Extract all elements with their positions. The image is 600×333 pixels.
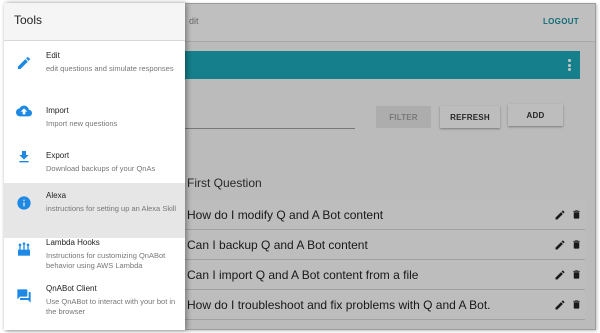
drawer-item-desc: Download backups of your QnAs	[46, 164, 156, 173]
drawer-item-desc: edit questions and simulate responses	[46, 64, 174, 73]
drawer-item-title: Edit	[46, 51, 60, 60]
drawer-item-title: QnABot Client	[46, 284, 97, 293]
download-icon	[19, 151, 29, 163]
drawer-item-edit[interactable]: Edit edit questions and simulate respons…	[4, 43, 185, 98]
drawer-item-title: Import	[46, 106, 69, 115]
drawer-item-title: Export	[46, 151, 70, 160]
drawer-item-qnabot-client[interactable]: QnABot Client Use QnABot to interact wit…	[4, 276, 185, 330]
info-icon	[17, 196, 31, 210]
drawer-header: Tools	[4, 3, 185, 41]
chat-icon	[17, 289, 31, 303]
lambda-hooks-icon	[18, 242, 30, 256]
drawer-title: Tools	[14, 13, 43, 27]
drawer-item-desc: instructions for setting up an Alexa Ski…	[46, 204, 177, 213]
drawer-item-desc: Instructions for customizing QnABot beha…	[46, 251, 166, 270]
cloud-upload-icon	[16, 105, 32, 117]
pencil-icon	[18, 56, 31, 69]
drawer-item-desc: Use QnABot to interact with your bot in …	[46, 297, 176, 316]
drawer-item-title: Lambda Hooks	[46, 238, 100, 247]
drawer-item-title: Alexa	[46, 191, 67, 200]
tools-drawer: Tools Edit edit questions and simulate r…	[4, 3, 185, 330]
drawer-item-desc: Import new questions	[46, 119, 118, 128]
